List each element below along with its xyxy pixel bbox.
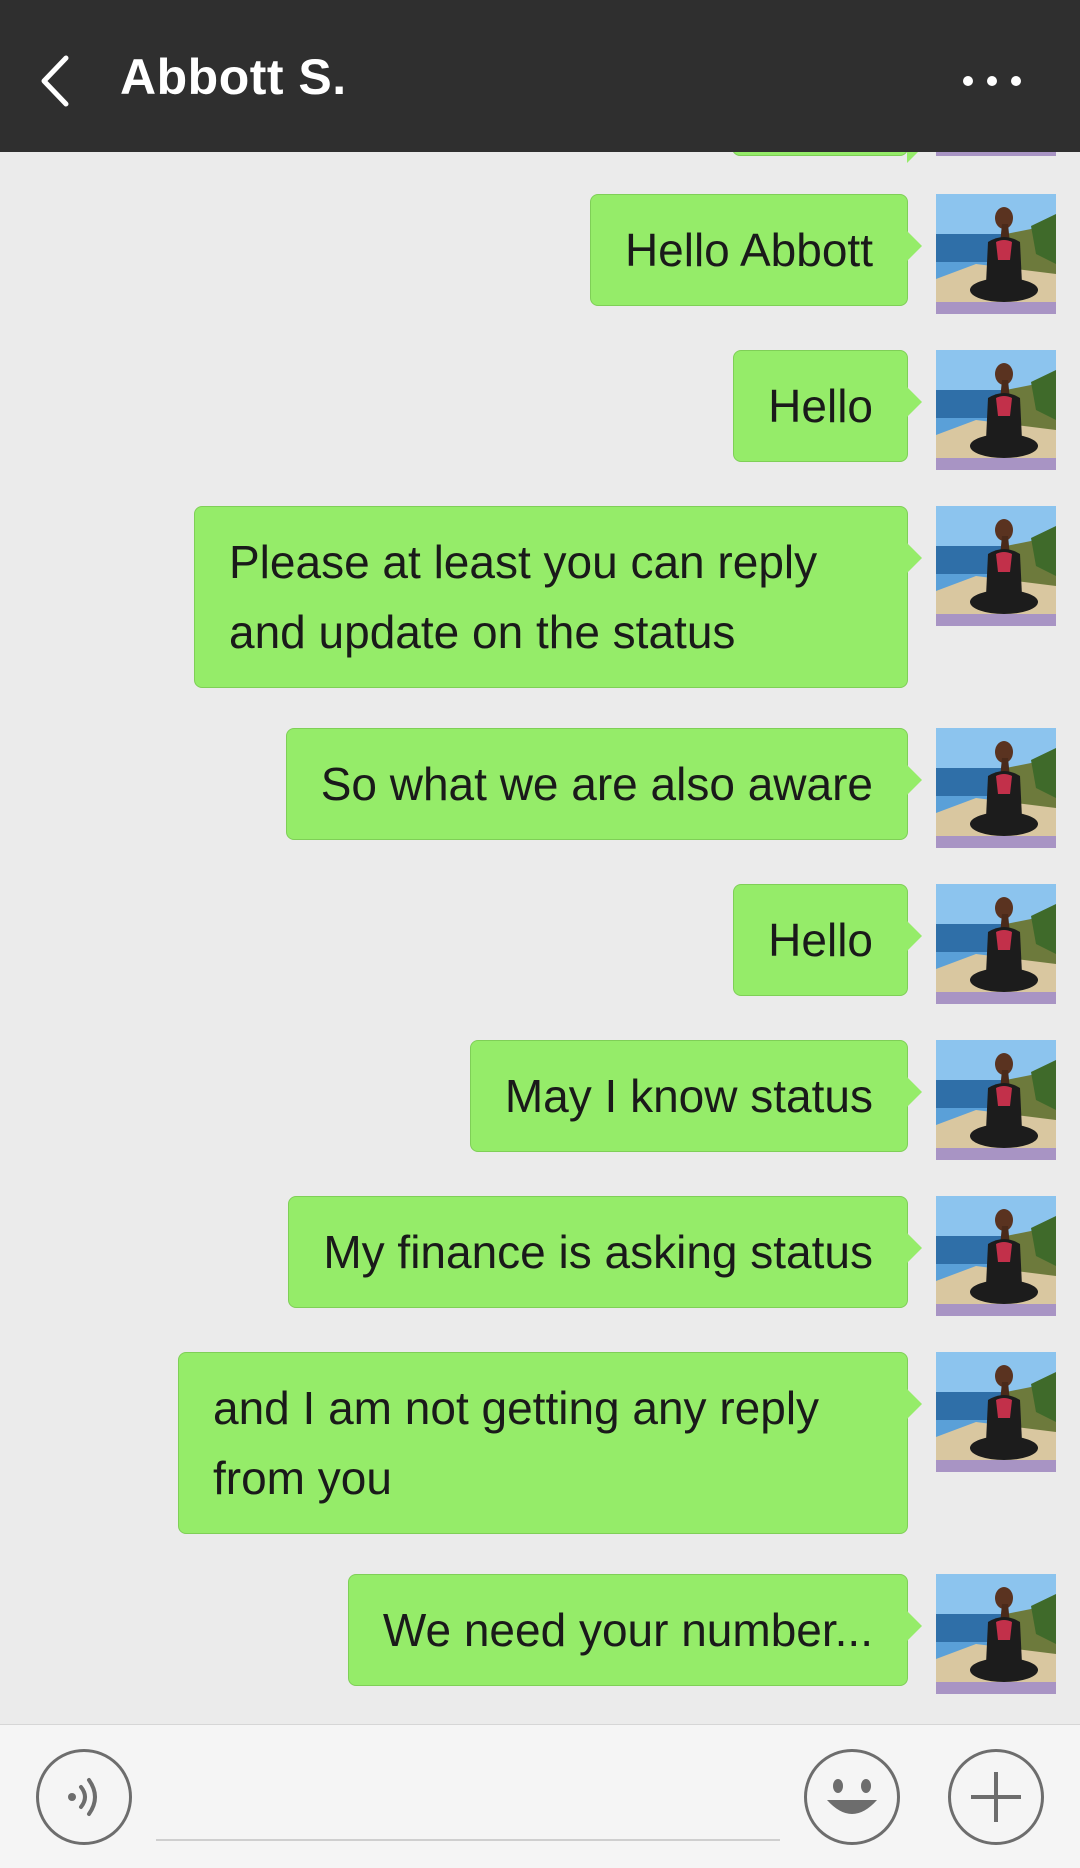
emoji-icon <box>827 1779 877 1814</box>
back-button[interactable] <box>30 46 90 116</box>
more-horizontal-icon <box>963 76 1021 86</box>
voice-input-icon <box>68 1778 97 1816</box>
contact-name-title: Abbott S. <box>120 49 347 105</box>
more-actions-button[interactable] <box>948 1749 1044 1845</box>
chevron-left-icon <box>41 55 69 107</box>
avatar[interactable] <box>936 350 1056 470</box>
message-bubble[interactable]: May I know status <box>469 1040 923 1152</box>
message-bubble-partial[interactable] <box>732 152 922 163</box>
emoji-button[interactable] <box>804 1749 900 1845</box>
message-bubble[interactable]: Hello Abbott <box>589 194 923 306</box>
avatar[interactable] <box>936 506 1056 626</box>
message-bubble[interactable]: My finance is asking status <box>288 1196 922 1308</box>
plus-icon <box>971 1772 1021 1822</box>
avatar[interactable] <box>936 1196 1056 1316</box>
message-bubble[interactable]: So what we are also aware <box>285 728 923 840</box>
avatar[interactable] <box>936 152 1056 156</box>
avatar[interactable] <box>936 728 1056 848</box>
message-list[interactable]: Hello Abbott Hello Please at least you c… <box>0 152 1080 1724</box>
chat-header: Abbott S. <box>0 0 1080 152</box>
message-bubble[interactable]: Hello <box>733 884 922 996</box>
input-bar <box>0 1724 1080 1868</box>
avatar[interactable] <box>936 1040 1056 1160</box>
message-input[interactable] <box>156 1761 780 1841</box>
message-bubble[interactable]: Hello <box>733 350 922 462</box>
voice-input-button[interactable] <box>36 1749 132 1845</box>
avatar[interactable] <box>936 1574 1056 1694</box>
message-bubble[interactable]: Please at least you can reply and update… <box>194 506 922 688</box>
avatar[interactable] <box>936 1352 1056 1472</box>
avatar[interactable] <box>936 884 1056 1004</box>
message-bubble[interactable]: and I am not getting any reply from you <box>178 1352 922 1534</box>
avatar[interactable] <box>936 194 1056 314</box>
more-options-button[interactable] <box>956 56 1026 106</box>
message-bubble[interactable]: We need your number... <box>347 1574 923 1686</box>
